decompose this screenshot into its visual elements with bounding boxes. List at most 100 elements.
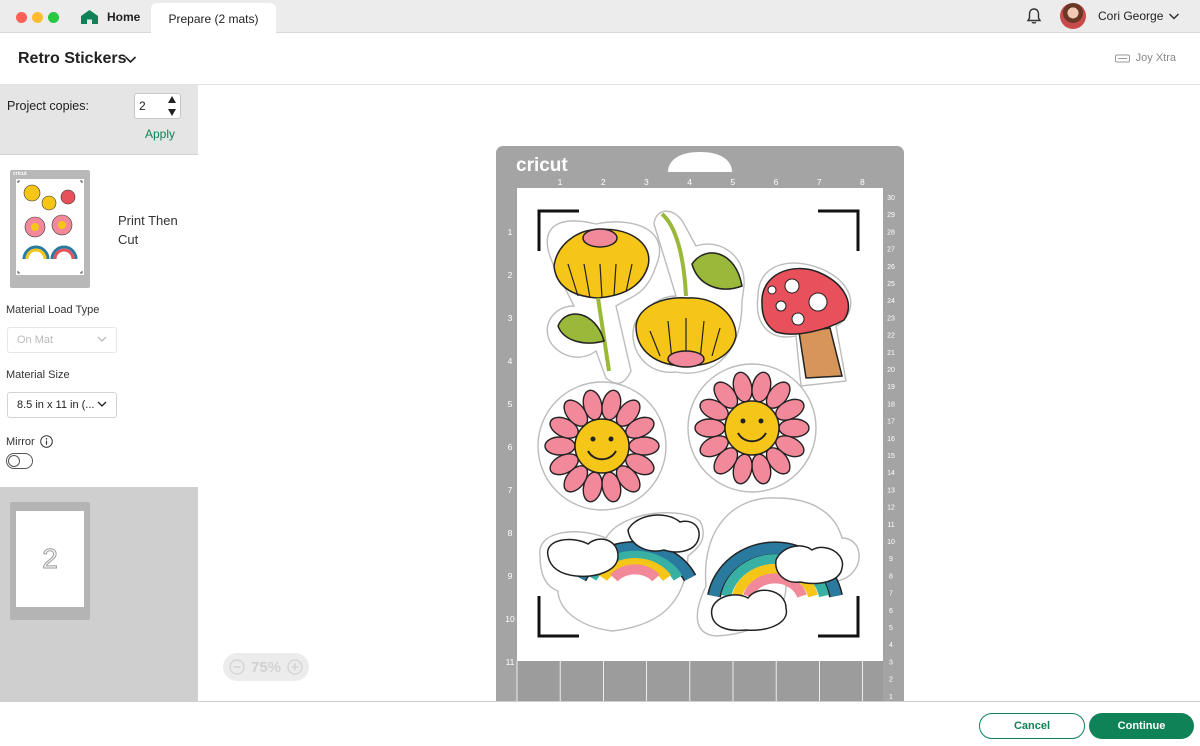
project-title[interactable]: Retro Stickers	[18, 50, 127, 68]
window-minimize-button[interactable]	[32, 12, 43, 23]
chevron-down-icon[interactable]	[124, 54, 137, 65]
ruler-tick-label: 2	[601, 177, 606, 187]
ruler-tick-label: 29	[887, 212, 895, 219]
ruler-tick-label: 11	[887, 522, 894, 529]
material-load-type-label: Material Load Type	[6, 304, 100, 316]
ruler-tick-label: 8	[889, 573, 893, 580]
daisy-petal	[778, 418, 810, 438]
ruler-tick-label: 5	[508, 399, 513, 409]
mirror-toggle-knob	[8, 455, 20, 467]
stepper-up-icon[interactable]	[168, 96, 176, 103]
mat-2-number: 2	[42, 543, 59, 575]
project-copies-input[interactable]: 2	[134, 93, 181, 119]
ruler-tick-label: 15	[887, 453, 895, 460]
daisy-petal	[628, 436, 660, 456]
ruler-tick-label: 8	[860, 177, 865, 187]
mirror-row: Mirror	[6, 435, 53, 448]
ruler-tick-label: 28	[887, 229, 895, 236]
mat-1-stickers-preview	[17, 180, 83, 274]
cutting-mat[interactable]: cricut 12345678 1234567891011 3029282726…	[496, 146, 904, 701]
ruler-tick-label: 3	[889, 659, 893, 666]
chevron-down-icon	[97, 401, 107, 407]
material-load-type-select: On Mat	[7, 327, 117, 353]
mat-1-preview	[16, 179, 84, 275]
window-close-button[interactable]	[16, 12, 27, 23]
user-name[interactable]: Cori George	[1098, 9, 1163, 23]
stepper-down-icon[interactable]	[168, 109, 176, 116]
tab-prepare-label: Prepare (2 mats)	[168, 11, 259, 26]
ruler-tick-label: 11	[506, 657, 515, 667]
ruler-tick-label: 1	[508, 227, 513, 237]
zoom-out-icon[interactable]	[229, 659, 245, 675]
tab-prepare[interactable]: Prepare (2 mats)	[151, 3, 276, 34]
ruler-tick-label: 18	[887, 401, 895, 408]
info-icon[interactable]	[39, 435, 53, 448]
ruler-tick-label: 3	[644, 177, 649, 187]
ruler-tick-label: 17	[887, 419, 895, 426]
ruler-tick-label: 30	[887, 195, 895, 202]
ruler-tick-label: 4	[889, 642, 893, 649]
ruler-tick-label: 26	[887, 264, 895, 271]
material-size-label: Material Size	[6, 369, 70, 381]
chevron-down-icon[interactable]	[1168, 10, 1180, 22]
mat-1-thumbnail[interactable]: cricut	[10, 170, 90, 288]
mat-brand-mark: cricut	[516, 155, 568, 176]
mat-2-thumbnail[interactable]: 2	[10, 502, 90, 620]
project-copies-value: 2	[139, 99, 146, 113]
mat-bottom-grid	[517, 661, 883, 701]
home-icon	[81, 9, 98, 24]
ruler-tick-label: 21	[887, 350, 895, 357]
mat-1-item[interactable]: cricut Print Then Cut Material Load Type…	[0, 155, 198, 487]
ruler-tick-label: 8	[508, 528, 513, 538]
ruler-tick-label: 16	[887, 436, 895, 443]
avatar[interactable]	[1060, 3, 1086, 29]
material-load-type-value: On Mat	[17, 334, 54, 346]
ruler-tick-label: 23	[887, 315, 895, 322]
ruler-tick-label: 19	[887, 384, 895, 391]
apply-button[interactable]: Apply	[145, 127, 175, 141]
machine-name: Joy Xtra	[1135, 52, 1176, 64]
mats-sidebar: Project copies: 2 Apply cricut Print The…	[0, 85, 198, 701]
thumb-brand-mark: cricut	[13, 171, 27, 177]
ruler-tick-label: 7	[508, 485, 513, 495]
ruler-tick-label: 12	[887, 505, 895, 512]
title-bar: Home Prepare (2 mats) Cori George	[0, 0, 1200, 34]
ruler-tick-label: 24	[887, 298, 895, 305]
ruler-tick-label: 20	[887, 367, 895, 374]
ruler-tick-label: 3	[508, 313, 513, 323]
ruler-tick-label: 6	[774, 177, 779, 187]
mat-2-item[interactable]: 2	[0, 487, 198, 701]
bell-icon[interactable]	[1025, 7, 1043, 25]
mat-2-preview: 2	[16, 511, 84, 607]
window-zoom-button[interactable]	[48, 12, 59, 23]
project-copies-section: Project copies: 2 Apply	[0, 85, 198, 155]
machine-icon	[1114, 54, 1130, 62]
ruler-tick-label: 22	[887, 333, 895, 340]
ruler-tick-label: 7	[817, 177, 822, 187]
ruler-tick-label: 5	[889, 625, 893, 632]
ruler-tick-label: 25	[887, 281, 895, 288]
project-header: Retro Stickers Joy Xtra	[0, 34, 1200, 85]
ruler-tick-label: 2	[508, 270, 513, 280]
ruler-tick-label: 13	[887, 487, 895, 494]
tab-home-label: Home	[107, 9, 141, 24]
continue-button[interactable]: Continue	[1089, 713, 1194, 739]
zoom-in-icon[interactable]	[287, 659, 303, 675]
ruler-tick-label: 9	[889, 556, 893, 563]
ruler-tick-label: 27	[887, 247, 895, 254]
mat-preview-canvas: cricut 12345678 1 2 3 4 5 6 7 8 9 10 11 30 29 28 27 26…	[199, 86, 1200, 701]
ruler-tick-label: 9	[508, 571, 513, 581]
ruler-tick-label: 1	[889, 694, 893, 701]
ruler-tick-label: 2	[889, 677, 893, 684]
cancel-button[interactable]: Cancel	[979, 713, 1085, 739]
mirror-label: Mirror	[6, 435, 35, 448]
ruler-tick-label: 7	[889, 591, 893, 598]
tab-home[interactable]: Home	[80, 0, 140, 33]
daisy-petal	[694, 418, 726, 438]
copies-stepper[interactable]	[168, 96, 176, 116]
daisy-petal	[544, 436, 576, 456]
machine-selector[interactable]: Joy Xtra	[1114, 52, 1176, 64]
material-size-select[interactable]: 8.5 in x 11 in (...	[7, 392, 117, 418]
sticker-daisy-right	[687, 363, 817, 493]
mirror-toggle[interactable]	[6, 453, 33, 469]
